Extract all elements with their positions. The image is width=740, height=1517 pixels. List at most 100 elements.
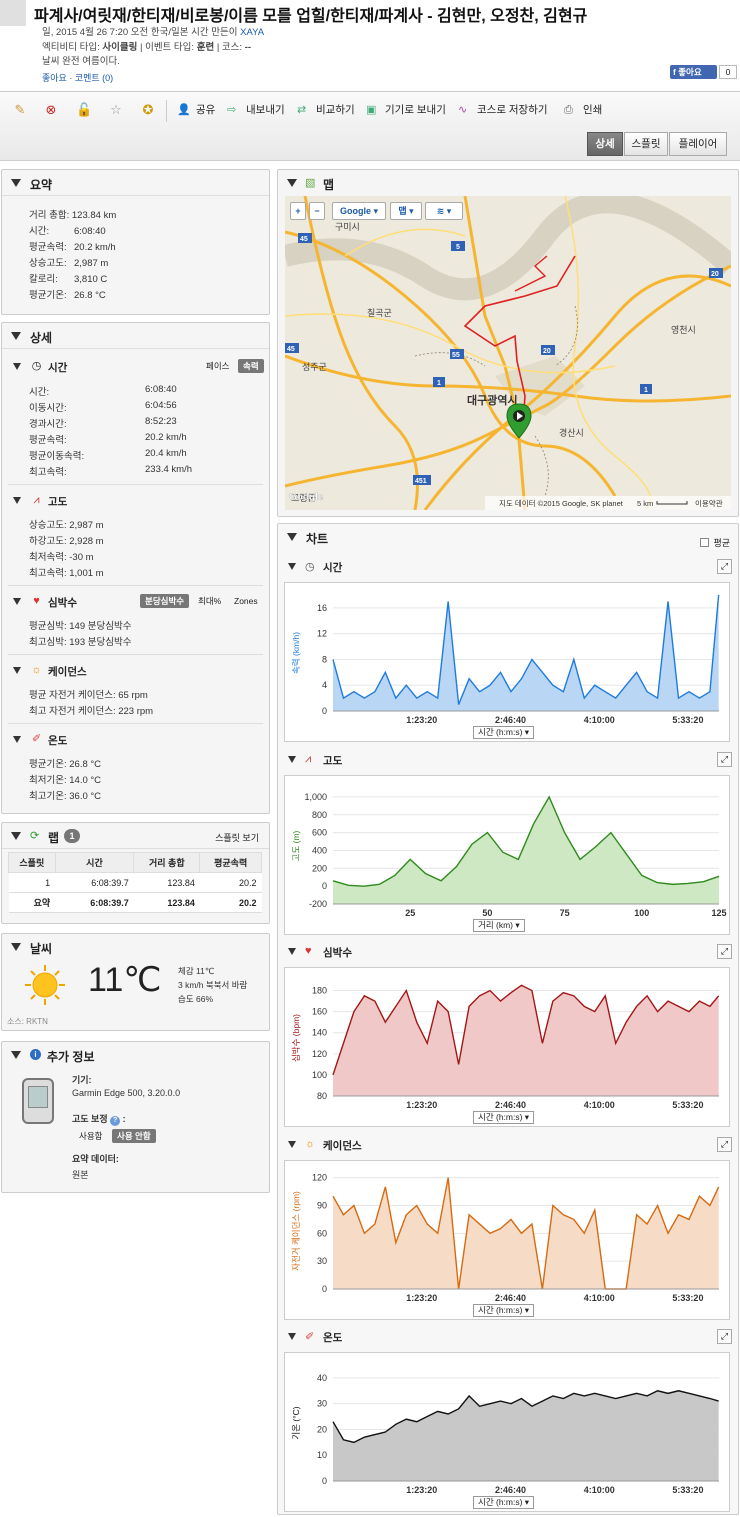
edit-icon[interactable]: ✎ [12,102,28,118]
print-button[interactable]: ⎙ 인쇄 [564,102,602,118]
view-splits-link[interactable]: 스플릿 보기 [215,831,259,844]
route-map[interactable]: 구미시 칠곡군 성주군 영천시 대구광역시 경산시 고령군 45 5 20 55… [285,196,731,510]
cadence-section-header[interactable]: ☼ 케이던스 [2,660,269,682]
speed-toggle[interactable]: 속력 [238,359,264,373]
details-header[interactable]: 상세 [2,323,269,349]
facebook-like-count: 0 [719,65,737,79]
expand-icon[interactable]: ⤢ [717,1329,732,1344]
export-icon: ⇨ [227,104,237,116]
print-icon: ⎙ [564,104,573,116]
chart-section-header[interactable]: ✐ 온도 ⤢ [278,1325,738,1349]
column-header[interactable]: 시간 [54,852,135,873]
max-percent-toggle[interactable]: 최대% [193,594,226,608]
divider [8,654,263,655]
map-layers-button[interactable]: ≋ ▾ [425,202,463,220]
tab-player[interactable]: 플레이어 [669,132,727,156]
badge-icon[interactable]: ✪ [140,102,156,118]
stat-row: 평균기온: 26.8 °C [29,759,102,770]
road-shield: 55 [452,352,460,359]
x-axis-select[interactable]: 시간 (h:m:s) ▾ [473,1111,535,1124]
help-icon[interactable]: ? [110,1116,121,1126]
lock-icon[interactable]: 🔓 [76,102,92,118]
chart-section-header[interactable]: ☼ 케이던스 ⤢ [278,1133,738,1157]
table-row[interactable]: 1 6:08:39.7 123.84 20.2 [8,872,262,893]
y-tick-label: 600 [312,828,327,838]
share-button[interactable]: 👤 공유 [177,102,215,118]
map-icon: ▧ [305,177,316,189]
y-tick-label: 4 [322,680,327,690]
sun-icon [24,964,66,1006]
x-axis-select[interactable]: 시간 (h:m:s) ▾ [473,726,535,739]
y-tick-label: 400 [312,845,327,855]
save-course-button[interactable]: ∿ 코스로 저장하기 [458,102,548,118]
extra-info-header[interactable]: i 추가 정보 [2,1042,269,1068]
table-summary-row: 요약 6:08:39.7 123.84 20.2 [8,892,262,913]
compare-button[interactable]: ⇄ 비교하기 [297,102,355,118]
table-cell: 6:08:39.7 [55,892,134,913]
pace-toggle[interactable]: 페이스 [201,359,234,373]
expand-icon[interactable]: ⤢ [717,944,732,959]
map-title: 맵 [323,178,335,192]
stat-label: 경과시간: [29,419,67,430]
cadence-icon: ☼ [305,1138,316,1150]
y-axis-label: 심박수 (bpm) [291,1014,301,1062]
map-scale-label: 5 km [637,499,653,508]
y-tick-label: 120 [312,1173,327,1183]
y-axis-label: 속력 (km/h) [291,632,301,674]
stat-label: 최고속력: [29,467,67,478]
summary-row: 시간: 6:08:40 [29,226,106,237]
export-button[interactable]: ⇨ 내보내기 [227,102,285,118]
weather-header[interactable]: 날씨 [2,934,269,960]
expand-icon[interactable]: ⤢ [717,752,732,767]
summary-header[interactable]: 요약 [2,170,269,196]
table-cell: 123.84 [133,872,200,893]
like-link[interactable]: 좋아요 [42,73,67,83]
x-axis-select[interactable]: 시간 (h:m:s) ▾ [473,1304,535,1317]
series-area [333,1177,719,1289]
device-label: 기기: [72,1075,92,1085]
facebook-like-button[interactable]: f 좋아요 [670,65,717,79]
x-axis-select[interactable]: 시간 (h:m:s) ▾ [473,1496,535,1509]
elevation-correction-off[interactable]: 사용 안함 [112,1129,156,1143]
chart-section-header[interactable]: ◷ 시간 ⤢ [278,555,738,579]
tab-detail[interactable]: 상세 [587,132,623,156]
zones-toggle[interactable]: Zones [229,594,263,608]
author-link[interactable]: XAYA [240,27,264,38]
zoom-in-button[interactable]: + [290,202,306,220]
laps-header[interactable]: ⟳ 랩 1 스플릿 보기 [2,823,269,849]
charts-header[interactable]: 차트 평균 [278,524,738,550]
column-header[interactable]: 평균속력 [199,852,262,873]
table-cell: 20.2 [199,892,262,913]
road-shield: 5 [456,244,460,251]
temperature-section-header[interactable]: ✐ 온도 [2,729,269,751]
chart-section-header[interactable]: ⩘ 고도 ⤢ [278,748,738,772]
comment-link[interactable]: 코멘트 (0) [75,73,113,83]
column-header[interactable]: 거리 총합 [133,852,201,873]
delete-icon[interactable]: ⊗ [43,102,59,118]
tab-splits[interactable]: 스플릿 [624,132,668,156]
expand-icon[interactable]: ⤢ [717,559,732,574]
map-type-select[interactable]: 맵 ▾ [390,202,422,220]
y-tick-label: 800 [312,810,327,820]
chevron-down-icon: ▾ [373,206,379,216]
average-toggle[interactable]: 평균 [700,536,730,549]
map-header[interactable]: ▧ 맵 [278,170,738,196]
x-axis-select[interactable]: 거리 (km) ▾ [473,919,525,932]
chart-section-header[interactable]: ♥ 심박수 ⤢ [278,940,738,964]
heart-rate-section-title: 심박수 [48,597,77,609]
average-checkbox[interactable] [700,538,710,547]
column-header[interactable]: 스플릿 [8,852,56,873]
laps-icon: ⟳ [30,830,40,842]
star-icon[interactable]: ☆ [108,102,124,118]
zoom-out-button[interactable]: − [309,202,325,220]
course-label: | 코스: [214,42,245,53]
bpm-toggle[interactable]: 분당심박수 [140,594,190,608]
send-to-device-button[interactable]: ▣ 기기로 보내기 [366,102,446,118]
map-provider-select[interactable]: Google ▾ [332,202,386,220]
elevation-correction-on[interactable]: 사용함 [74,1129,107,1143]
map-label: 성주군 [302,362,327,372]
chart-title: 케이던스 [323,1140,362,1152]
expand-icon[interactable]: ⤢ [717,1137,732,1152]
elevation-section-header[interactable]: ⩘ 고도 [2,490,269,512]
summary-panel: 요약 거리 총합: 123.84 km 시간: 6:08:40 평균속력: 20.2… [1,169,270,315]
